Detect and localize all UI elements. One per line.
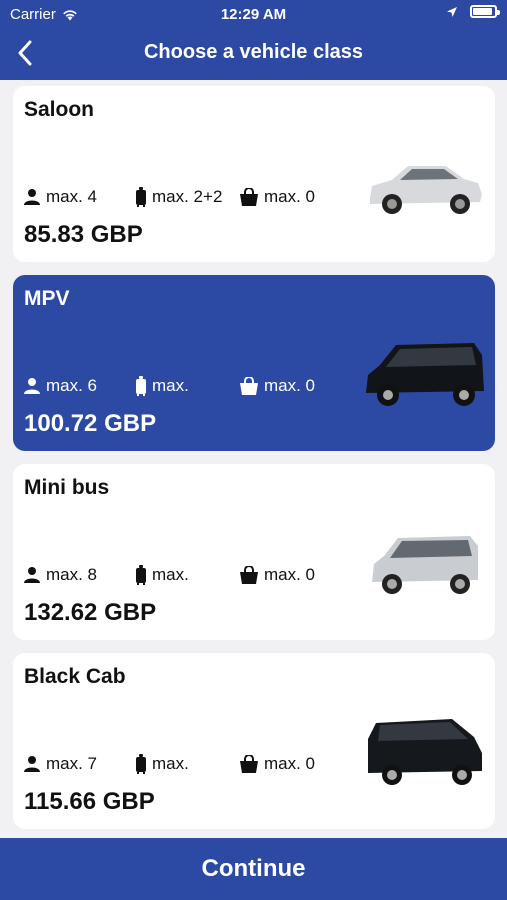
vehicle-name: Mini bus — [24, 476, 110, 499]
passenger-max: max. 4 — [46, 187, 98, 206]
suitcase-icon — [136, 376, 146, 396]
person-icon — [24, 567, 40, 583]
location-arrow-icon — [447, 6, 457, 17]
vehicle-card-black-cab[interactable]: Black Cab max. 7 max. max. 0 115.66 GBP — [13, 653, 495, 829]
hand-luggage-capacity: max. 0 — [239, 565, 315, 585]
page-title: Choose a vehicle class — [143, 41, 363, 63]
luggage-max: max. — [152, 754, 189, 773]
vehicle-card-saloon[interactable]: Saloon max. 4 max. 2+2 max. 0 85.83 GBP — [13, 86, 495, 262]
person-icon — [24, 756, 40, 772]
hand-luggage-capacity: max. 0 — [239, 187, 315, 207]
hand-luggage-max: max. 0 — [264, 187, 316, 206]
luggage-max: max. 2+2 — [152, 187, 223, 206]
vehicle-price: 115.66 GBP — [24, 788, 155, 815]
vehicle-name: Black Cab — [24, 665, 126, 688]
vehicle-specs: max. 4 max. 2+2 max. 0 — [23, 187, 315, 207]
mpv-car-image — [366, 343, 484, 406]
passenger-capacity: max. 4 — [23, 187, 135, 207]
hand-luggage-capacity: max. 0 — [239, 376, 315, 396]
vehicle-card-mini-bus[interactable]: Mini bus max. 8 max. max. 0 132.62 GBP — [13, 464, 495, 640]
luggage-capacity: max. — [135, 376, 239, 396]
passenger-capacity: max. 7 — [23, 754, 135, 774]
luggage-max: max. — [152, 565, 189, 584]
person-icon — [24, 378, 40, 394]
luggage-capacity: max. — [135, 565, 239, 585]
passenger-capacity: max. 8 — [23, 565, 135, 585]
shopping-bag-icon — [240, 755, 258, 773]
status-bar: Carrier 12:29 AM — [0, 0, 507, 28]
passenger-max: max. 6 — [46, 376, 98, 395]
luggage-max: max. — [152, 376, 189, 395]
passenger-capacity: max. 6 — [23, 376, 135, 396]
mini-bus-car-image — [372, 536, 478, 594]
app-header: Carrier 12:29 AM Choose a vehicle class — [0, 0, 507, 80]
passenger-max: max. 8 — [46, 565, 98, 584]
hand-luggage-capacity: max. 0 — [239, 754, 315, 774]
clock: 12:29 AM — [220, 6, 287, 23]
vehicle-name: Saloon — [24, 98, 95, 121]
suitcase-icon — [136, 187, 146, 207]
hand-luggage-max: max. 0 — [264, 565, 316, 584]
passenger-max: max. 7 — [46, 754, 98, 773]
vehicle-price: 85.83 GBP — [24, 221, 143, 248]
saloon-car-image — [370, 166, 482, 214]
vehicle-card-mpv[interactable]: MPV max. 6 max. max. 0 100.72 GBP — [13, 275, 495, 451]
luggage-capacity: max. 2+2 — [135, 187, 239, 207]
vehicle-specs: max. 7 max. max. 0 — [23, 754, 315, 774]
vehicle-price: 132.62 GBP — [24, 599, 157, 626]
vehicle-specs: max. 6 max. max. 0 — [23, 376, 315, 396]
navigation-bar: Choose a vehicle class — [0, 28, 507, 80]
hand-luggage-max: max. 0 — [264, 376, 316, 395]
shopping-bag-icon — [240, 377, 258, 395]
suitcase-icon — [136, 565, 146, 585]
shopping-bag-icon — [240, 566, 258, 584]
black-cab-car-image — [368, 719, 482, 785]
suitcase-icon — [136, 754, 146, 774]
person-icon — [24, 189, 40, 205]
continue-button[interactable]: Continue — [0, 838, 507, 900]
luggage-capacity: max. — [135, 754, 239, 774]
vehicle-name: MPV — [24, 287, 70, 310]
battery-icon — [470, 5, 500, 18]
vehicle-price: 100.72 GBP — [24, 410, 157, 437]
shopping-bag-icon — [240, 188, 258, 206]
vehicle-specs: max. 8 max. max. 0 — [23, 565, 315, 585]
hand-luggage-max: max. 0 — [264, 754, 316, 773]
